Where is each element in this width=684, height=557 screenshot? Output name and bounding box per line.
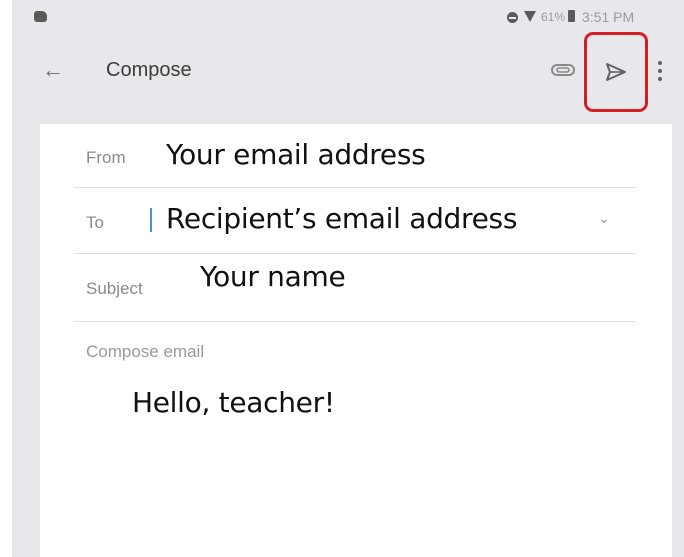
notification-icon: [34, 11, 47, 22]
subject-label: Subject: [86, 279, 143, 298]
back-button[interactable]: ←: [38, 56, 68, 86]
send-icon: [606, 63, 626, 81]
arrow-left-icon: ←: [42, 57, 64, 82]
battery-percent: 61%: [541, 10, 566, 24]
to-row[interactable]: To Recipient’s email address ⌄: [74, 188, 636, 254]
subject-field[interactable]: Your name: [200, 260, 346, 293]
status-clock: 3:51 PM: [582, 9, 635, 25]
page-title: Compose: [106, 59, 192, 81]
compose-card: From Your email address To Recipient’s e…: [40, 124, 672, 557]
wifi-icon: [524, 11, 536, 22]
from-field[interactable]: Your email address: [166, 138, 426, 171]
to-field[interactable]: Recipient’s email address: [166, 202, 517, 235]
compose-body-field[interactable]: Hello, teacher!: [132, 386, 335, 419]
more-vert-icon-dot: [658, 69, 662, 73]
more-vert-icon-dot: [658, 61, 662, 65]
do-not-disturb-icon: [507, 12, 518, 23]
android-screen: 61% 3:51 PM ← Compose From Your email ad…: [12, 0, 684, 557]
subject-row[interactable]: Subject Your name: [74, 254, 636, 322]
more-vert-icon-dot: [658, 77, 662, 81]
compose-body-placeholder: Compose email: [86, 342, 205, 361]
to-label: To: [86, 213, 104, 232]
paperclip-icon: [551, 64, 575, 76]
attach-button[interactable]: [550, 61, 576, 79]
from-row[interactable]: From Your email address: [74, 124, 636, 188]
app-bar: ← Compose: [12, 32, 684, 112]
more-options-button[interactable]: [655, 60, 665, 82]
chevron-down-icon[interactable]: ⌄: [598, 211, 612, 225]
send-button[interactable]: [604, 62, 628, 82]
status-bar: 61% 3:51 PM: [12, 0, 684, 34]
battery-icon: [568, 10, 575, 22]
text-cursor: [150, 208, 152, 232]
from-label: From: [86, 148, 126, 167]
